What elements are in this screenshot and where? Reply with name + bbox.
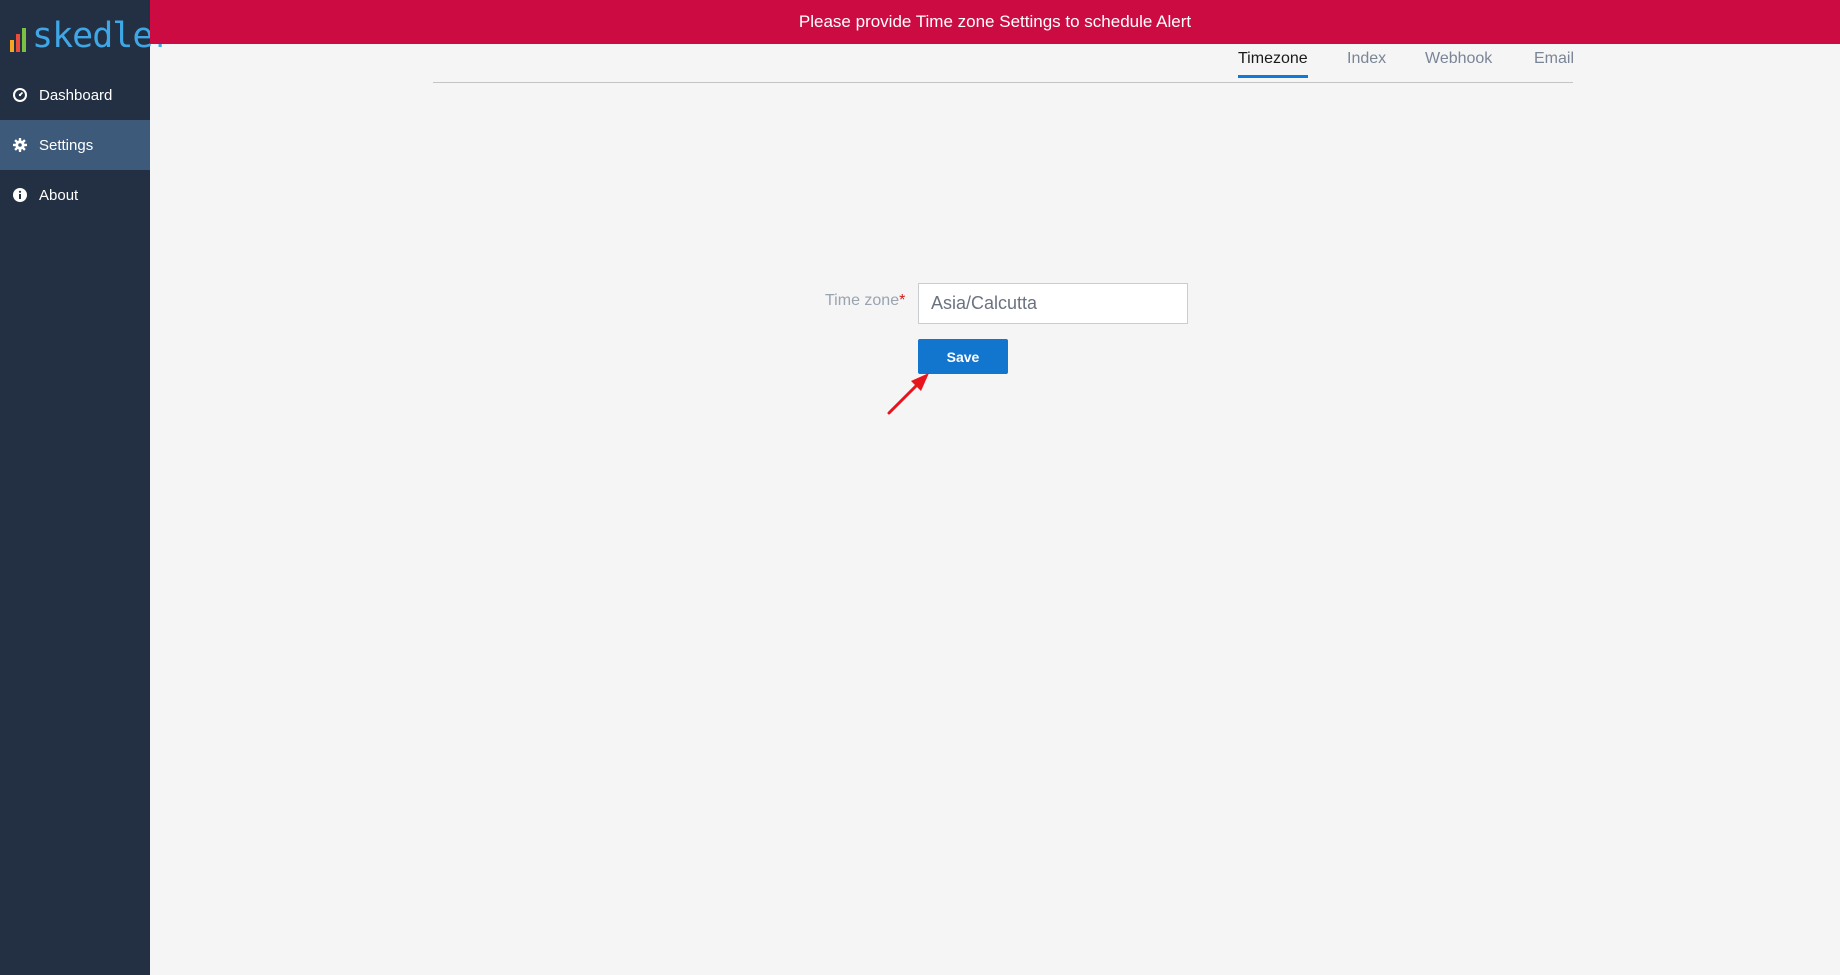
dashboard-icon	[13, 88, 27, 102]
required-marker: *	[899, 292, 906, 309]
tab-webhook[interactable]: Webhook	[1425, 50, 1492, 76]
skedler-logo[interactable]: skedler	[10, 14, 174, 58]
sidebar-item-label: Dashboard	[39, 86, 113, 104]
annotation-arrow-icon	[887, 373, 929, 415]
sidebar-item-about[interactable]: About	[0, 170, 150, 220]
sidebar-nav: Dashboard Settings About	[0, 70, 150, 220]
sidebar-item-label: About	[39, 186, 79, 204]
logo-bars-icon	[10, 28, 26, 52]
tab-email[interactable]: Email	[1534, 50, 1574, 76]
tab-timezone[interactable]: Timezone	[1238, 50, 1308, 78]
timezone-input[interactable]	[918, 283, 1188, 324]
sidebar-item-dashboard[interactable]: Dashboard	[0, 70, 150, 120]
settings-tabs: Timezone Index Webhook Email	[433, 44, 1574, 83]
sidebar-item-label: Settings	[39, 136, 94, 154]
save-button[interactable]: Save	[918, 339, 1008, 374]
timezone-label: Time zone*	[825, 292, 905, 310]
tab-index[interactable]: Index	[1347, 50, 1386, 76]
sidebar: skedler Dashboard Settings About	[0, 0, 174, 975]
gear-icon	[13, 138, 27, 152]
timezone-label-text: Time zone	[825, 292, 900, 309]
info-icon	[13, 188, 27, 202]
banner-message: Please provide Time zone Settings to sch…	[798, 12, 1192, 31]
sidebar-item-settings[interactable]: Settings	[0, 120, 150, 170]
alert-banner: Please provide Time zone Settings to sch…	[150, 0, 1840, 44]
